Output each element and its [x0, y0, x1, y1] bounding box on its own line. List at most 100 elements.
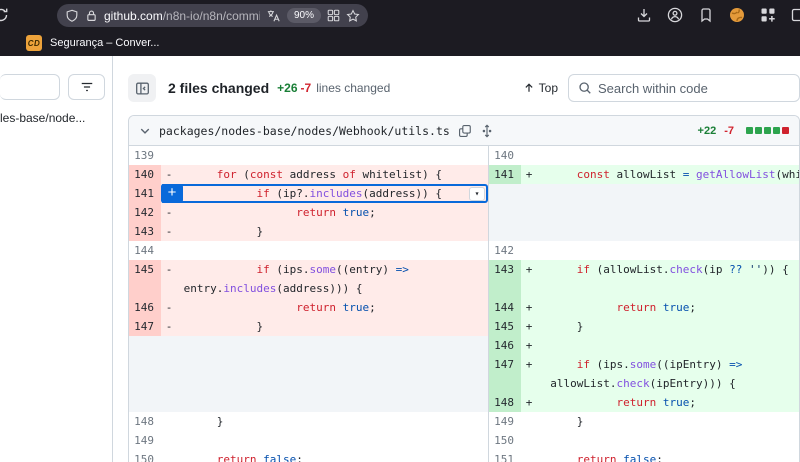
line-number[interactable]: 149 [129, 431, 161, 450]
zoom-badge[interactable]: 90% [287, 8, 321, 23]
line-number[interactable]: 140 [129, 165, 161, 184]
line-number[interactable]: 150 [129, 450, 161, 462]
line-number[interactable]: 140 [489, 146, 521, 165]
diff-cell-left: 142- return true; [129, 203, 488, 222]
diff-cell-right [488, 184, 799, 203]
line-number[interactable]: 146 [489, 336, 521, 355]
file-header[interactable]: packages/nodes-base/nodes/Webhook/utils.… [129, 116, 799, 146]
diff-block-del [782, 127, 789, 134]
account-icon[interactable] [667, 7, 683, 23]
back-to-top-link[interactable]: Top [523, 81, 558, 95]
diff-marker [521, 241, 537, 260]
files-changed-title: 2 files changed [168, 80, 269, 96]
download-icon[interactable] [636, 7, 652, 23]
lines-changed-label: lines changed [316, 81, 390, 95]
arrow-up-icon [523, 82, 535, 94]
diff-marker: - [161, 298, 177, 317]
code-line: } [177, 412, 488, 431]
code-line: return true; [537, 298, 799, 317]
diff-row: 147- }145+ } [129, 317, 799, 336]
bookmark-star-icon[interactable] [346, 9, 360, 23]
line-number[interactable]: 144 [489, 298, 521, 317]
diff-row: 148 }149 } [129, 412, 799, 431]
line-number[interactable]: 145 [489, 317, 521, 336]
search-within-code-input[interactable] [598, 81, 790, 96]
diff-header: 2 files changed +26 -7 lines changed Top [128, 74, 800, 102]
line-number[interactable]: 146 [129, 298, 161, 317]
code-line: allowList.check(ipEntry))) { [537, 374, 799, 393]
line-number[interactable]: 145 [129, 260, 161, 298]
diff-cell-left: 139 [129, 146, 488, 165]
code-line [177, 431, 488, 450]
copy-path-icon[interactable] [458, 124, 472, 138]
file-path: packages/nodes-base/nodes/Webhook/utils.… [159, 124, 450, 138]
split-diff: 139140140- for (const address of whiteli… [129, 146, 799, 462]
code-line [177, 146, 488, 165]
diff-row: 143- } [129, 222, 799, 241]
line-menu-caret-button[interactable]: ▾ [469, 187, 485, 201]
url-text[interactable]: github.com/n8n-io/n8n/commit/11f8597d4ad… [104, 9, 260, 23]
diff-marker [161, 450, 177, 462]
additions-count: +26 [277, 81, 297, 95]
sidebar-right-icon[interactable] [791, 7, 800, 23]
code-line: if (allowList.check(ip ?? '')) { [537, 260, 799, 279]
diff-cell-left [129, 336, 488, 355]
chevron-down-icon[interactable] [139, 125, 151, 137]
extensions-icon[interactable] [698, 7, 714, 23]
translate-icon[interactable] [266, 9, 281, 23]
diff-marker [521, 431, 537, 450]
line-number[interactable]: 142 [129, 203, 161, 222]
diff-marker: + [521, 393, 537, 412]
file-deletions: -7 [724, 125, 734, 137]
line-number[interactable]: 148 [489, 393, 521, 412]
lock-icon[interactable] [85, 9, 98, 22]
diff-marker: + [521, 165, 537, 184]
line-number[interactable]: 139 [129, 146, 161, 165]
extension-orange-icon[interactable] [729, 7, 745, 23]
diff-marker [161, 146, 177, 165]
drag-handle-icon[interactable] [480, 124, 494, 138]
diff-row: 149 150 [129, 431, 799, 450]
apps-grid-icon[interactable] [760, 7, 776, 23]
diff-main: 2 files changed +26 -7 lines changed Top [113, 56, 800, 462]
filter-button[interactable] [68, 74, 105, 100]
line-number[interactable]: 151 [489, 450, 521, 462]
line-number[interactable]: 143 [129, 222, 161, 241]
toggle-file-tree-button[interactable] [128, 74, 156, 102]
code-line: return true; [177, 203, 488, 222]
code-line: return true; [177, 298, 488, 317]
diff-cell-right: 144+ return true; [488, 298, 799, 317]
line-number[interactable]: 147 [489, 355, 521, 393]
diff-row: 150 return false;151 return false; [129, 450, 799, 462]
address-bar[interactable]: github.com/n8n-io/n8n/commit/11f8597d4ad… [57, 4, 368, 27]
diff-marker [161, 241, 177, 260]
line-number[interactable]: 143 [489, 260, 521, 298]
add-comment-button[interactable]: + [161, 184, 183, 203]
line-number[interactable]: 141 [129, 184, 161, 203]
file-filter-input[interactable] [0, 74, 60, 100]
reload-icon[interactable] [0, 7, 9, 23]
line-number[interactable]: 142 [489, 241, 521, 260]
line-number[interactable]: 148 [129, 412, 161, 431]
diff-marker: + [521, 355, 537, 393]
search-within-code-box[interactable] [568, 74, 800, 102]
diff-marker: - [161, 260, 177, 298]
code-line: if (ips.some((ipEntry) => [537, 355, 799, 374]
line-number[interactable]: 147 [129, 317, 161, 336]
diff-row: 145- if (ips.some((entry) => entry.inclu… [129, 260, 799, 298]
tab-title[interactable]: Segurança – Conver... [50, 37, 159, 49]
diff-cell-right: 148+ return true; [488, 393, 799, 412]
line-number[interactable]: 150 [489, 431, 521, 450]
diff-cell-left: 150 return false; [129, 450, 488, 462]
diff-marker [161, 412, 177, 431]
shield-icon[interactable] [65, 9, 79, 23]
grid-icon[interactable] [327, 9, 340, 22]
line-number[interactable]: 149 [489, 412, 521, 431]
line-number[interactable]: 141 [489, 165, 521, 184]
code-line: } [177, 222, 488, 241]
diff-cell-left: 148 } [129, 412, 488, 431]
diff-marker: - [161, 203, 177, 222]
line-number[interactable]: 144 [129, 241, 161, 260]
file-tree-item[interactable]: les-base/node... [0, 111, 112, 125]
diff-marker [161, 431, 177, 450]
